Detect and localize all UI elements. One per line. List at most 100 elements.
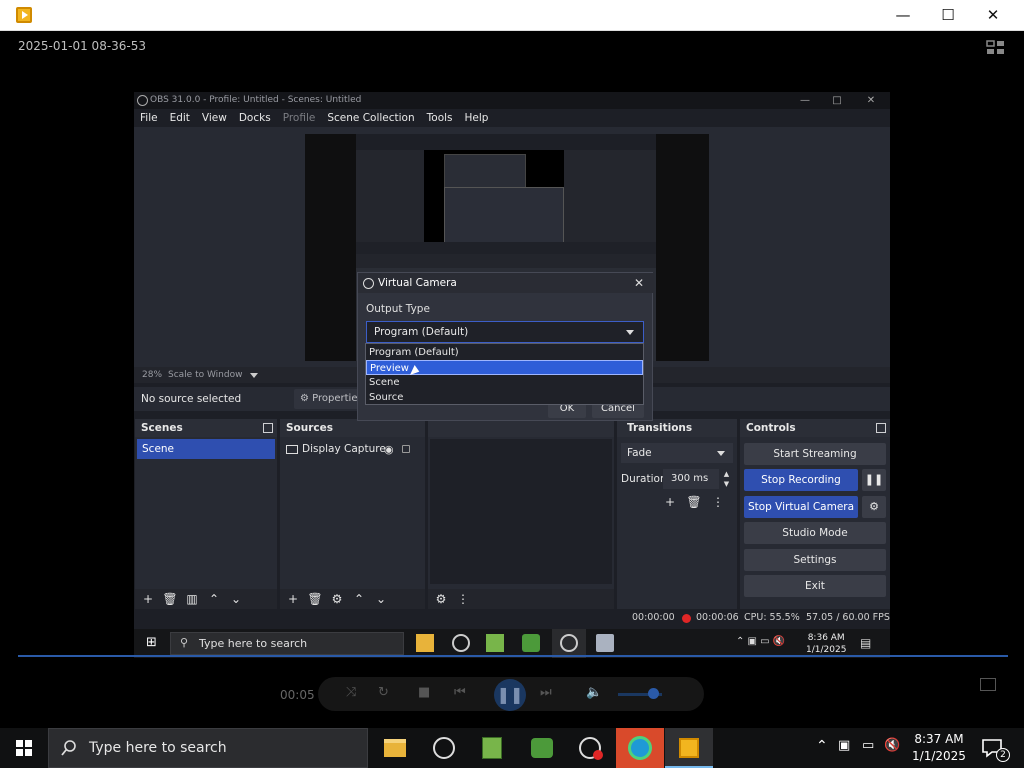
trash-icon[interactable]: 🗑	[685, 493, 703, 511]
start-streaming-button[interactable]: Start Streaming	[744, 443, 886, 465]
volume-muted-icon[interactable]: 🔇	[884, 738, 900, 753]
output-type-label: Output Type	[366, 303, 430, 315]
taskbar-search-box[interactable]: Type here to search	[48, 728, 368, 768]
menu-view[interactable]: View	[196, 109, 233, 127]
chevron-up-icon[interactable]: ⌃	[816, 738, 828, 754]
repeat-icon[interactable]: ↻	[378, 685, 389, 700]
fullscreen-icon[interactable]	[980, 678, 996, 691]
app-icon[interactable]	[522, 634, 540, 652]
trash-icon[interactable]: 🗑	[306, 590, 324, 608]
inner-clock[interactable]: 8:36 AM 1/1/2025	[806, 632, 846, 656]
more-icon[interactable]: ⋮	[454, 590, 472, 608]
shuffle-icon[interactable]: ⤨	[346, 685, 356, 700]
add-icon[interactable]: +	[139, 590, 157, 608]
scale-dropdown-icon[interactable]	[250, 373, 258, 378]
maximize-button[interactable]: ☐	[925, 0, 971, 31]
audio-mixer-dock: ⚙ ⋮	[428, 419, 614, 609]
obs-menubar: File Edit View Docks Profile Scene Colle…	[134, 109, 890, 127]
app-taskbar[interactable]	[518, 728, 566, 768]
gear-icon[interactable]: ⚙	[328, 590, 346, 608]
add-icon[interactable]: +	[661, 493, 679, 511]
minimize-button[interactable]: —	[880, 0, 926, 31]
more-icon[interactable]: ⋮	[709, 493, 727, 511]
duration-input[interactable]: 300 ms	[663, 469, 719, 489]
menu-edit[interactable]: Edit	[164, 109, 196, 127]
pause-icon[interactable]: ❚❚	[862, 469, 886, 491]
close-button[interactable]: ✕	[970, 0, 1016, 31]
scale-mode[interactable]: Scale to Window	[168, 367, 242, 383]
output-type-select[interactable]: Program (Default)	[366, 321, 644, 343]
scene-list-item[interactable]: Scene	[137, 439, 275, 459]
seek-bar[interactable]	[18, 655, 1008, 657]
compact-overlay-icon[interactable]	[986, 40, 1006, 56]
file-explorer-icon[interactable]	[416, 634, 434, 652]
network-icon[interactable]: ▣	[838, 738, 850, 753]
stream-time: 00:00:00	[632, 612, 675, 623]
media-controls: ⤨ ↻ ■ ⏮ ❚❚ ⏭ 🔈	[318, 677, 704, 711]
chevron-up-icon[interactable]: ⌃	[350, 590, 368, 608]
duration-stepper[interactable]: ▲ ▼	[720, 469, 733, 489]
add-icon[interactable]: +	[284, 590, 302, 608]
edge-taskbar[interactable]	[616, 728, 664, 768]
windows-start-icon[interactable]: ⊞	[146, 635, 157, 650]
chevron-down-icon[interactable]: ⌄	[372, 590, 390, 608]
gear-icon[interactable]: ⚙	[432, 590, 450, 608]
option-program[interactable]: Program (Default)	[366, 345, 643, 360]
notepad-plus-icon	[482, 737, 502, 759]
volume-icon[interactable]: 🔈	[586, 685, 602, 700]
notification-icon[interactable]: ▤	[860, 636, 871, 650]
scenes-header: Scenes	[135, 419, 277, 437]
trash-icon[interactable]: 🗑	[161, 590, 179, 608]
taskbar-clock[interactable]: 8:37 AM 1/1/2025	[904, 731, 974, 765]
chevron-up-icon[interactable]: ⌃	[205, 590, 223, 608]
menu-scene-collection[interactable]: Scene Collection	[321, 109, 420, 127]
option-source[interactable]: Source	[366, 390, 643, 405]
settings-button[interactable]: Settings	[744, 549, 886, 571]
obs-recording-icon[interactable]	[560, 634, 578, 652]
previous-icon[interactable]: ⏮	[454, 685, 466, 700]
option-preview[interactable]: Preview	[366, 360, 643, 375]
obs-minimize-icon[interactable]: —	[794, 92, 816, 109]
exit-button[interactable]: Exit	[744, 575, 886, 597]
option-scene[interactable]: Scene	[366, 375, 643, 390]
file-explorer-taskbar[interactable]	[370, 728, 418, 768]
obs-close-icon[interactable]: ✕	[860, 92, 882, 109]
system-tray-icons[interactable]: ⌃ ▣ ▭ 🔇	[736, 636, 785, 647]
monitor-icon[interactable]: ▭	[862, 738, 874, 753]
stop-recording-button[interactable]: Stop Recording	[744, 469, 858, 491]
stop-icon[interactable]: ■	[418, 685, 430, 700]
gear-icon[interactable]: ⚙	[862, 496, 886, 518]
close-icon[interactable]: ✕	[634, 273, 644, 293]
menu-help[interactable]: Help	[459, 109, 495, 127]
menu-profile[interactable]: Profile	[277, 109, 322, 127]
notepad-taskbar[interactable]	[468, 728, 516, 768]
stop-virtual-camera-button[interactable]: Stop Virtual Camera	[744, 496, 858, 518]
obs-taskbar[interactable]	[420, 728, 468, 768]
next-icon[interactable]: ⏭	[540, 685, 552, 700]
menu-file[interactable]: File	[134, 109, 164, 127]
obs-recording-taskbar[interactable]	[566, 728, 614, 768]
volume-slider-handle[interactable]	[648, 688, 659, 699]
windows-start-icon[interactable]	[0, 728, 48, 768]
chevron-down-icon[interactable]: ⌄	[227, 590, 245, 608]
studio-mode-button[interactable]: Studio Mode	[744, 522, 886, 544]
media-player-taskbar[interactable]	[665, 728, 713, 768]
undock-icon[interactable]	[876, 423, 886, 433]
obs-maximize-icon[interactable]: □	[826, 92, 848, 109]
virtual-machine-icon[interactable]	[596, 634, 614, 652]
folder-icon	[384, 739, 406, 757]
lock-icon[interactable]	[402, 445, 410, 453]
eye-icon[interactable]: ◉	[384, 443, 394, 456]
notepad-icon[interactable]	[486, 634, 504, 652]
inner-search-box[interactable]: Type here to search	[170, 632, 404, 655]
filter-icon[interactable]: ▥	[183, 590, 201, 608]
obs-taskbar-icon[interactable]	[452, 634, 470, 652]
nested-zoom-bar	[356, 242, 656, 254]
undock-icon[interactable]	[263, 423, 273, 433]
output-type-dropdown: Program (Default) Preview Scene Source	[365, 343, 644, 405]
pause-icon[interactable]: ❚❚	[494, 679, 526, 711]
menu-docks[interactable]: Docks	[233, 109, 277, 127]
menu-tools[interactable]: Tools	[421, 109, 459, 127]
transitions-header: Transitions	[617, 419, 737, 437]
taskbar: Type here to search ⌃ ▣ ▭ 🔇 8:37 AM 1/1/…	[0, 728, 1024, 768]
